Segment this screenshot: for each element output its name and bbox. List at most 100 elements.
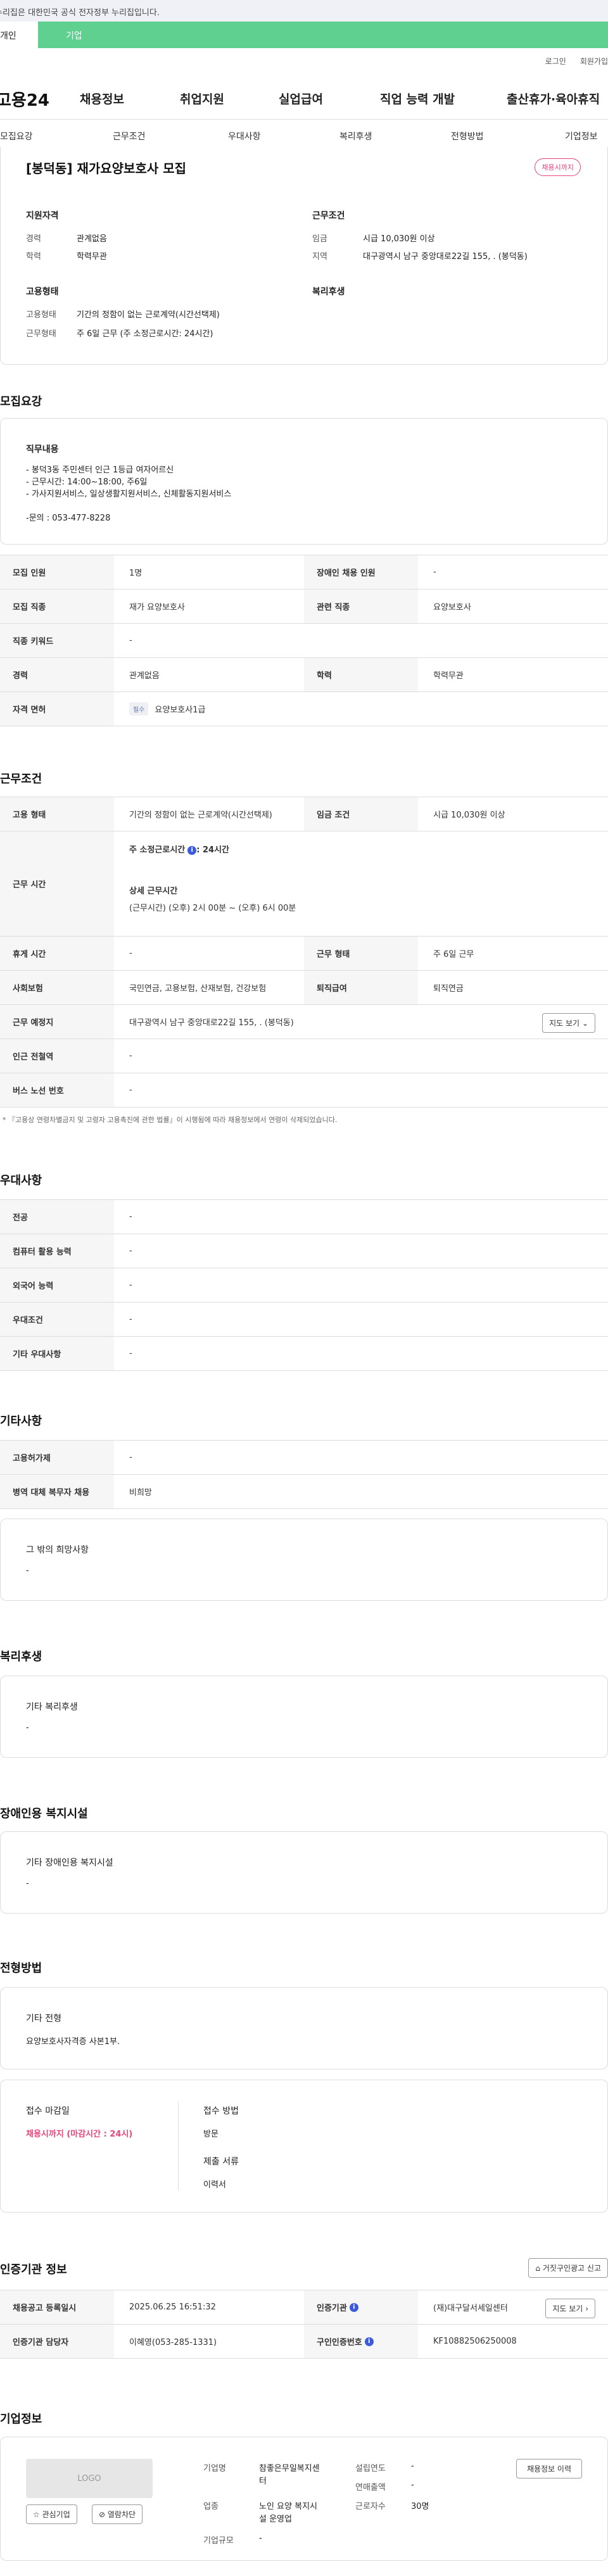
- method-heading: 접수 방법: [203, 2106, 239, 2116]
- block-label: 열람차단: [107, 2510, 136, 2519]
- qual-career-label: 경력: [26, 234, 41, 244]
- etc-wish-card: 그 밖의 희망사항 -: [0, 1518, 608, 1601]
- section-title-cert: 인증기관 정보: [0, 2263, 67, 2276]
- deadline-badge: 채용시까지: [535, 158, 581, 176]
- gnb-item-jobs[interactable]: 채용정보: [80, 90, 124, 107]
- gov-banner-text: 이 누리집은 대한민국 공식 전자정부 누리집입니다.: [0, 8, 160, 18]
- cert-map-button[interactable]: 지도 보기 ›: [545, 2299, 595, 2318]
- fav-company-button[interactable]: ☆ 관심기업: [26, 2504, 77, 2524]
- cell-value: 시급 10,030원 이상: [433, 811, 505, 820]
- select-other-heading: 기타 전형: [26, 2014, 61, 2024]
- employees-value: 30명: [411, 2502, 429, 2511]
- gnb-item-training[interactable]: 직업 능력 개발: [380, 90, 455, 107]
- section-title-pref: 우대사항: [0, 1174, 42, 1187]
- cond-heading: 근무조건: [312, 211, 345, 221]
- cell-label: 고용허가제: [0, 1441, 114, 1474]
- gnb-item-leave[interactable]: 출산휴가·육아휴직: [507, 90, 600, 107]
- work-table: 고용 형태 기간의 정함이 없는 근로계약(시간선택제) 임금 조건 시급 10…: [0, 797, 608, 1108]
- section-title-select: 전형방법: [0, 1962, 42, 1975]
- cell-label: 근무 시간: [0, 831, 114, 936]
- cell-label: 자격 면허: [0, 692, 114, 726]
- cell-value: -: [129, 1315, 132, 1324]
- detail-hours-value: (근무시간) (오후) 2시 00분 ~ (오후) 6시 00분: [129, 904, 296, 913]
- cell-label: 임금 조건: [304, 797, 418, 831]
- est-label: 설립연도: [355, 2464, 386, 2473]
- cell-value: 비희망: [129, 1488, 152, 1498]
- table-row: 고용허가제 -: [0, 1441, 608, 1475]
- welfare-box-value: -: [26, 1723, 29, 1733]
- block-button[interactable]: ⊘ 열람차단: [92, 2504, 143, 2524]
- qual-edu-value: 학력무관: [77, 252, 107, 262]
- biz-value: 노인 요양 복지시: [259, 2502, 317, 2511]
- apply-card: 접수 마감일 채용시까지 (마감시간 : 24시) 접수 방법 방문 제출 서류…: [0, 2080, 608, 2213]
- table-row: 모집 인원 1명 장애인 채용 인원 -: [0, 555, 608, 590]
- method-value: 방문: [203, 2130, 218, 2139]
- cell-value: -: [129, 1349, 132, 1358]
- history-button[interactable]: 채용정보 이력: [516, 2459, 582, 2478]
- cell-label: 모집 인원: [0, 555, 114, 589]
- emp-form-label: 근무형태: [26, 329, 56, 339]
- site-logo[interactable]: 고용24: [0, 87, 49, 111]
- gnb-item-benefit[interactable]: 실업급여: [279, 90, 323, 107]
- weekly-hours-value: : 24시간: [196, 845, 229, 855]
- section-title-etc: 기타사항: [0, 1415, 42, 1428]
- biz-label: 업종: [203, 2502, 218, 2511]
- gnb-item-support[interactable]: 취업지원: [180, 90, 224, 107]
- cell-label: 인근 전철역: [0, 1039, 114, 1073]
- tab-personal[interactable]: 개인: [0, 22, 38, 48]
- login-link[interactable]: 로그인: [545, 56, 566, 66]
- section-title-disab: 장애인용 복지시설: [0, 1807, 88, 1821]
- cell-label: 인증기관 i: [304, 2290, 418, 2324]
- section-nav-pref[interactable]: 우대사항: [228, 130, 261, 142]
- cell-label: 컴퓨터 활용 능력: [0, 1234, 114, 1268]
- cell-label: 모집 직종: [0, 590, 114, 623]
- tab-company[interactable]: 기업: [38, 22, 608, 48]
- cell-value: 주 6일 근무: [433, 950, 474, 959]
- job-title: [봉덕동] 재가요양보호사 모집: [26, 161, 187, 176]
- cell-value: -: [129, 1051, 132, 1061]
- gnb-divider: [0, 119, 608, 120]
- cert-table: 채용공고 등록일시 2025.06.25 16:51:32 인증기관 i (재)대…: [0, 2290, 608, 2359]
- cond-wage-value: 시급 10,030원 이상: [363, 234, 435, 244]
- disab-card: 기타 장애인용 복지시설 -: [0, 1831, 608, 1914]
- detail-hours-label: 상세 근무시간: [129, 887, 178, 896]
- deadline-heading: 접수 마감일: [26, 2106, 70, 2116]
- section-nav-select[interactable]: 전형방법: [451, 130, 484, 142]
- section-nav-recruit[interactable]: 모집요강: [0, 130, 33, 142]
- cell-value: -: [129, 1085, 132, 1095]
- company-name-label: 기업명: [203, 2464, 226, 2473]
- cell-label: 병역 대체 복무자 채용: [0, 1475, 114, 1508]
- company-logo: LOGO: [26, 2459, 153, 2498]
- table-row: 인증기관 담당자 이혜영(053-285-1331) 구인인증번호 i KF108…: [0, 2325, 608, 2359]
- etc-table: 고용허가제 - 병역 대체 복무자 채용 비희망: [0, 1440, 608, 1509]
- license-value: 요양보호사1급: [155, 705, 206, 715]
- join-link[interactable]: 회원가입: [580, 56, 608, 66]
- section-nav-company[interactable]: 기업정보: [565, 130, 598, 142]
- cell-value: 대구광역시 남구 중앙대로22길 155, . (봉덕동): [129, 1018, 294, 1028]
- cell-label: 장애인 채용 인원: [304, 555, 418, 589]
- info-icon[interactable]: i: [187, 845, 197, 855]
- table-row: 근무 예정지 대구광역시 남구 중앙대로22길 155, . (봉덕동) 지도 …: [0, 1005, 608, 1039]
- info-icon[interactable]: i: [364, 2337, 374, 2346]
- cell-value: 국민연금, 고용보험, 산재보험, 건강보험: [129, 984, 267, 994]
- section-nav-welfare[interactable]: 복리후생: [339, 130, 372, 142]
- cell-value: -: [129, 949, 132, 958]
- cond-area-value: 대구광역시 남구 중앙대로22길 155, . (봉덕동): [363, 252, 528, 262]
- cell-value: -: [433, 567, 436, 577]
- map-button[interactable]: 지도 보기 ⌄: [542, 1013, 595, 1033]
- duty-line: - 가사지원서비스, 일상생활지원서비스, 신체활동지원서비스: [26, 489, 232, 499]
- cell-value: -: [129, 1212, 132, 1222]
- wish-value: -: [26, 1566, 29, 1575]
- info-icon[interactable]: i: [349, 2302, 358, 2312]
- required-tag: 필수: [129, 702, 149, 716]
- emp-type-value: 기간의 정함이 없는 근로계약(시간선택제): [77, 310, 220, 320]
- cell-value: KF10882506250008: [433, 2337, 517, 2346]
- section-nav-work[interactable]: 근무조건: [113, 130, 146, 142]
- cond-wage-label: 임금: [312, 234, 327, 244]
- table-row: 기타 우대사항 -: [0, 1337, 608, 1371]
- report-button[interactable]: ⌂ 거짓구인광고 신고: [528, 2258, 608, 2278]
- user-type-tabs: 개인 기업: [0, 22, 608, 48]
- cell-value: 퇴직연금: [433, 984, 464, 994]
- table-row: 직종 키워드 -: [0, 624, 608, 658]
- cell-label: 학력: [304, 658, 418, 691]
